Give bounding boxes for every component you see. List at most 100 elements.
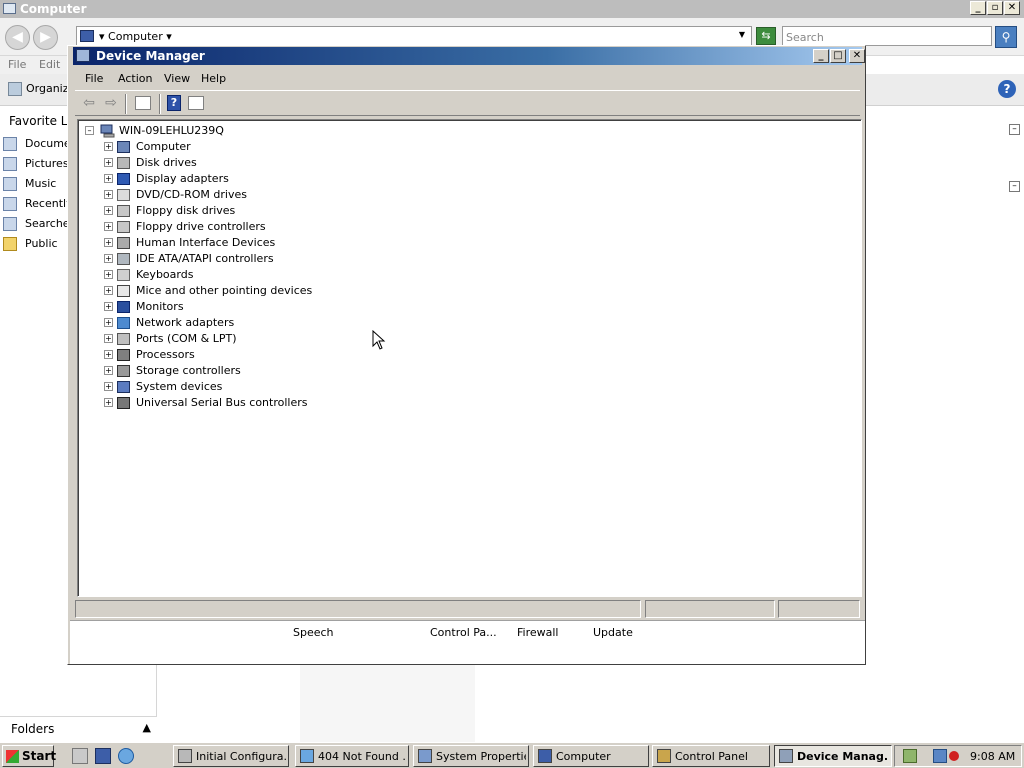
start-button[interactable]: Start (2, 745, 57, 767)
taskbar-button[interactable]: Control Panel (652, 745, 770, 767)
expand-icon[interactable]: + (104, 190, 113, 199)
explorer-title-bar[interactable]: Computer _ ▫ ✕ (0, 0, 1024, 18)
window-icon (538, 749, 552, 763)
taskbar-button[interactable]: Initial Configura... (173, 745, 289, 767)
search-button[interactable]: ⚲ (995, 26, 1017, 48)
taskbar-button[interactable]: Computer (533, 745, 649, 767)
show-hide-console-tree-icon[interactable] (135, 96, 151, 110)
network-error-icon[interactable] (949, 751, 959, 761)
menu-help[interactable]: Help (201, 72, 226, 85)
expand-icon[interactable]: + (104, 334, 113, 343)
server-manager-icon[interactable] (72, 748, 88, 764)
menu-view[interactable]: View (164, 72, 190, 85)
expand-icon[interactable]: + (104, 270, 113, 279)
expand-icon[interactable]: + (104, 302, 113, 311)
menu-edit[interactable]: Edit (39, 58, 60, 71)
monitor-icon (117, 301, 130, 313)
ide-controller-icon (117, 253, 130, 265)
device-category-label: Display adapters (136, 172, 229, 185)
recent-icon (3, 197, 17, 211)
forward-button[interactable]: ▶ (33, 25, 58, 50)
close-button[interactable]: ✕ (849, 49, 865, 63)
usb-icon (117, 397, 130, 409)
computer-icon (80, 30, 94, 42)
properties-icon[interactable] (188, 96, 204, 110)
help-icon[interactable]: ? (167, 95, 181, 111)
clock[interactable]: 9:08 AM (970, 750, 1015, 763)
menu-file[interactable]: File (85, 72, 103, 85)
expand-icon[interactable]: + (104, 158, 113, 167)
minimize-button[interactable]: _ (813, 49, 829, 63)
status-bar (75, 600, 860, 618)
organize-button[interactable]: Organiz (8, 82, 69, 96)
collapse-group-icon[interactable]: – (1009, 124, 1020, 135)
expand-icon[interactable]: + (104, 238, 113, 247)
item-speech[interactable]: Speech (293, 626, 334, 639)
back-arrow-icon[interactable]: ⇦ (80, 94, 98, 112)
expand-icon[interactable]: + (104, 398, 113, 407)
address-chevron-icon[interactable]: ▾ (163, 30, 172, 43)
address-bar[interactable]: ▾ Computer ▾ ▼ (76, 26, 752, 46)
window-icon (779, 749, 793, 763)
expand-icon[interactable]: + (104, 254, 113, 263)
documents-icon (3, 137, 17, 151)
show-desktop-icon[interactable] (95, 748, 111, 764)
forward-arrow-icon[interactable]: ⇨ (102, 94, 120, 112)
device-category-label: Mice and other pointing devices (136, 284, 313, 297)
taskbar-button-label: Computer (556, 750, 611, 763)
item-control-panel[interactable]: Control Pa... (430, 626, 497, 639)
search-input[interactable]: Search (782, 26, 992, 46)
device-category-label: Computer (136, 140, 191, 153)
network-icon[interactable] (933, 749, 947, 763)
folders-bar[interactable]: Folders ▲ (0, 716, 157, 742)
taskbar-button[interactable]: 404 Not Found ... (295, 745, 409, 767)
explorer-content-strip: Speech Control Pa... Firewall Update (70, 620, 865, 664)
expand-icon[interactable]: + (104, 206, 113, 215)
computer-icon (117, 141, 130, 153)
expand-icon[interactable]: + (104, 222, 113, 231)
internet-explorer-icon[interactable] (118, 748, 134, 764)
expand-icon[interactable]: + (104, 142, 113, 151)
maximize-button[interactable]: □ (830, 49, 846, 63)
restore-button[interactable]: ▫ (987, 1, 1003, 15)
device-tree[interactable]: – WIN-09LEHLU239Q + Computer + Disk drives +… (77, 119, 862, 597)
back-button[interactable]: ◀ (5, 25, 30, 50)
network-adapter-icon (117, 317, 130, 329)
address-dropdown-icon[interactable]: ▼ (739, 30, 745, 39)
menu-file[interactable]: File (8, 58, 26, 71)
device-manager-title-bar[interactable]: Device Manager _ □ ✕ (73, 47, 865, 65)
start-label: Start (22, 749, 57, 763)
help-icon[interactable]: ? (998, 80, 1016, 98)
expand-icon[interactable]: + (104, 174, 113, 183)
taskbar-button[interactable]: System Properties (413, 745, 529, 767)
collapse-icon[interactable]: – (85, 126, 94, 135)
expand-icon[interactable]: + (104, 318, 113, 327)
collapse-group-icon[interactable]: – (1009, 181, 1020, 192)
close-button[interactable]: ✕ (1004, 1, 1020, 15)
chevron-up-icon[interactable]: ▲ (143, 721, 151, 734)
minimize-button[interactable]: _ (970, 1, 986, 15)
item-firewall[interactable]: Firewall (517, 626, 558, 639)
storage-controller-icon (117, 365, 130, 377)
taskbar-button[interactable]: Device Manag... (774, 745, 892, 767)
menu-action[interactable]: Action (118, 72, 152, 85)
device-manager-icon (76, 49, 90, 62)
dvd-drive-icon (117, 189, 130, 201)
item-update[interactable]: Update (593, 626, 633, 639)
device-category-label: Processors (136, 348, 195, 361)
folders-label: Folders (11, 722, 55, 736)
device-category-label: DVD/CD-ROM drives (136, 188, 247, 201)
expand-icon[interactable]: + (104, 286, 113, 295)
favorite-label: Recently (25, 197, 73, 210)
organize-icon (8, 82, 22, 96)
window-icon (657, 749, 671, 763)
refresh-button[interactable]: ⇆ (756, 27, 776, 45)
window-icon (418, 749, 432, 763)
taskbar-button-label: Initial Configura... (196, 750, 286, 763)
root-computer-name: WIN-09LEHLU239Q (119, 124, 224, 137)
expand-icon[interactable]: + (104, 366, 113, 375)
pictures-icon (3, 157, 17, 171)
action-center-icon[interactable] (903, 749, 917, 763)
expand-icon[interactable]: + (104, 350, 113, 359)
expand-icon[interactable]: + (104, 382, 113, 391)
